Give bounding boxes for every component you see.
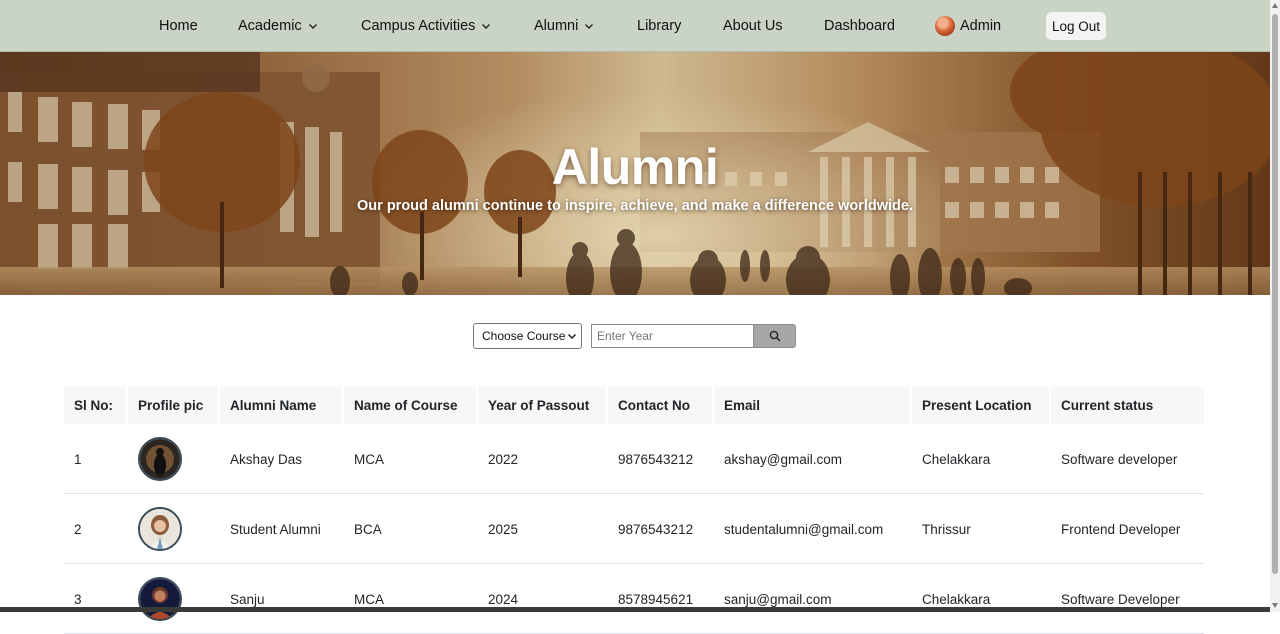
- cell-course: MCA: [354, 591, 384, 607]
- course-select[interactable]: Choose Course: [473, 323, 582, 349]
- cell-status: Software Developer: [1061, 591, 1180, 607]
- column-header-alumni-name: Alumni Name: [220, 387, 342, 424]
- table-header-row: Sl No: Profile pic Alumni Name Name of C…: [64, 387, 1204, 424]
- cell-course: MCA: [354, 451, 384, 467]
- cell-status: Frontend Developer: [1061, 521, 1181, 537]
- cell-year: 2024: [488, 591, 519, 607]
- course-select-value: Choose Course: [482, 329, 566, 343]
- search-button[interactable]: [753, 324, 796, 348]
- cell-alumni-name: Akshay Das: [230, 451, 303, 467]
- nav-academic-label: Academic: [238, 18, 302, 34]
- year-input[interactable]: [591, 324, 753, 348]
- page-title: Alumni: [551, 139, 719, 195]
- hero-banner: Alumni Our proud alumni continue to insp…: [0, 52, 1270, 295]
- cell-status: Software developer: [1061, 451, 1178, 467]
- cell-email: studentalumni@gmail.com: [724, 521, 884, 537]
- cell-location: Thrissur: [922, 521, 971, 537]
- cell-contact: 8578945621: [618, 591, 694, 607]
- cell-location: Chelakkara: [922, 451, 991, 467]
- chevron-down-icon: [585, 24, 594, 29]
- column-header-email: Email: [714, 387, 910, 424]
- cell-sl-no: 3: [74, 591, 82, 607]
- column-header-status: Current status: [1051, 387, 1204, 424]
- logout-button-label: Log Out: [1051, 18, 1101, 34]
- nav-about-us[interactable]: About Us: [723, 0, 783, 52]
- nav-campus-activities-label: Campus Activities: [361, 18, 476, 34]
- cell-alumni-name: Student Alumni: [230, 521, 321, 537]
- page-subtitle: Our proud alumni continue to inspire, ac…: [357, 198, 913, 214]
- cell-email: akshay@gmail.com: [724, 451, 842, 467]
- nav-library-label: Library: [637, 18, 682, 34]
- chevron-down-icon: [482, 24, 491, 29]
- table-row: 2 Student Alumni BCA 2025 9876543212 stu…: [64, 494, 1204, 564]
- nav-admin-label: Admin: [960, 18, 1002, 34]
- nav-home[interactable]: Home: [159, 0, 198, 52]
- cell-profile-pic: [128, 424, 182, 494]
- nav-alumni-label: Alumni: [534, 18, 579, 34]
- cell-contact: 9876543212: [618, 451, 694, 467]
- window-bottom-edge: [0, 607, 1270, 612]
- cell-year: 2022: [488, 451, 519, 467]
- cell-profile-pic: [128, 494, 182, 564]
- scroll-up-arrow-icon[interactable]: [1272, 3, 1278, 8]
- chevron-down-icon: [308, 24, 317, 29]
- table-row: 1 Akshay Das MCA 2022 9876543212 akshay@…: [64, 424, 1204, 494]
- nav-academic-dropdown[interactable]: Academic: [238, 0, 318, 52]
- cell-location: Chelakkara: [922, 591, 991, 607]
- search-icon: [769, 330, 781, 342]
- nav-dashboard-label: Dashboard: [824, 18, 895, 34]
- logout-button[interactable]: Log Out: [1046, 12, 1106, 40]
- cell-profile-pic: [128, 564, 182, 634]
- nav-home-label: Home: [159, 18, 198, 34]
- nav-campus-activities-dropdown[interactable]: Campus Activities: [361, 0, 491, 52]
- cell-alumni-name: Sanju: [230, 591, 265, 607]
- column-header-sl-no: Sl No:: [64, 387, 126, 424]
- column-header-year: Year of Passout: [478, 387, 606, 424]
- avatar[interactable]: [138, 577, 182, 621]
- cell-sl-no: 2: [74, 521, 82, 537]
- avatar[interactable]: [138, 507, 182, 551]
- table-row: 3 Sanju MCA 2024 8578945621 sanju@gmail.…: [64, 564, 1204, 634]
- cell-course: BCA: [354, 521, 382, 537]
- cell-sl-no: 1: [74, 451, 82, 467]
- column-header-course: Name of Course: [344, 387, 476, 424]
- nav-alumni-dropdown[interactable]: Alumni: [534, 0, 594, 52]
- nav-admin-profile[interactable]: Admin: [935, 0, 1001, 52]
- avatar[interactable]: [138, 437, 182, 481]
- navbar: Home Academic Campus Activities Alumni L…: [0, 0, 1270, 52]
- nav-about-us-label: About Us: [723, 18, 783, 34]
- scrollbar-thumb[interactable]: [1272, 14, 1278, 574]
- chevron-down-icon: [567, 333, 577, 340]
- nav-library[interactable]: Library: [637, 0, 681, 52]
- column-header-location: Present Location: [912, 387, 1049, 424]
- scroll-down-arrow-icon[interactable]: [1272, 603, 1278, 608]
- cell-email: sanju@gmail.com: [724, 591, 832, 607]
- column-header-profile-pic: Profile pic: [128, 387, 218, 424]
- nav-dashboard[interactable]: Dashboard: [824, 0, 895, 52]
- admin-avatar-icon: [935, 16, 955, 36]
- cell-year: 2025: [488, 521, 519, 537]
- cell-contact: 9876543212: [618, 521, 694, 537]
- vertical-scrollbar[interactable]: [1270, 0, 1280, 612]
- column-header-contact: Contact No: [608, 387, 712, 424]
